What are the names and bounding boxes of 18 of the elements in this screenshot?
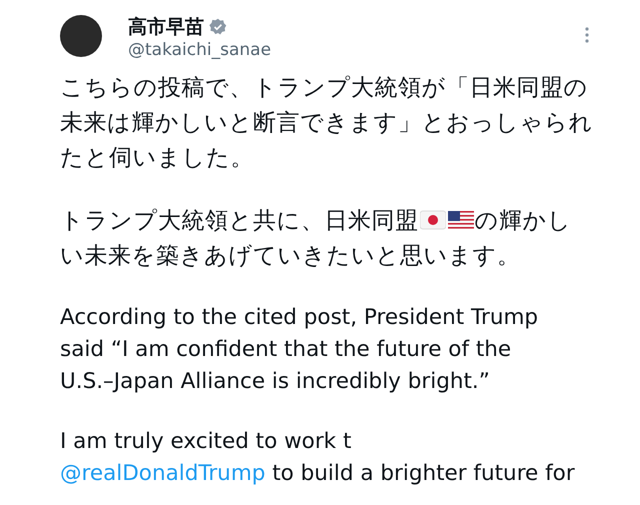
avatar[interactable] (60, 15, 102, 57)
tweet-text: to build a brighter future for (271, 461, 575, 486)
flag-icon (448, 209, 474, 231)
tweet-text: たと伺いました。 (60, 145, 254, 171)
tweet-text: said “I am confident that the future of the (60, 337, 512, 362)
author-name: 高市早苗 (128, 15, 204, 39)
tweet-text: こちらの投稿で、トランプ大統領が「日米同盟の (60, 75, 588, 101)
mention-link[interactable]: @realDonaldTrump (60, 461, 266, 486)
tweet-text: 未来は輝かしいと断言できます」とおっしゃられ (60, 110, 593, 136)
tweet-text: トランプ大統領と共に、日米同盟 (60, 208, 418, 234)
tweet-text: According to the cited post, President Trump (60, 305, 538, 330)
tweet-text: U.S.–Japan Alliance is incredibly bright.” (60, 369, 490, 394)
flag-icon (420, 209, 446, 231)
tweet-text: の輝かし (474, 208, 572, 234)
more-options-icon[interactable] (584, 27, 590, 43)
tweet-text: I am truly excited to work t (60, 429, 352, 454)
author-handle: @takaichi_sanae (128, 39, 272, 61)
tweet-text: い未来を築きあげていきたいと思います。 (60, 243, 520, 269)
